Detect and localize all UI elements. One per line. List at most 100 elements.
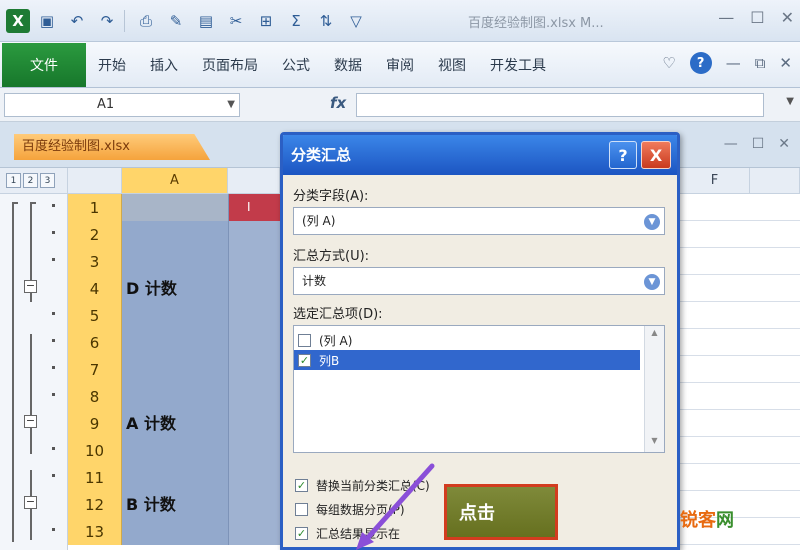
list-scrollbar[interactable]: ▲ ▼ [644, 326, 664, 452]
tab-page-layout[interactable]: 页面布局 [190, 55, 270, 75]
cell-b[interactable] [228, 275, 280, 302]
cell-b[interactable] [228, 464, 280, 491]
cell-a[interactable] [122, 302, 228, 329]
cell-a[interactable] [122, 518, 228, 545]
row-header[interactable]: 4 [68, 275, 122, 302]
collapse-group-button[interactable]: − [24, 280, 37, 293]
cell-a[interactable] [122, 221, 228, 248]
column-header-b[interactable] [228, 168, 280, 194]
subtotal-checkbox[interactable]: ✓ [298, 353, 311, 367]
insert-function-icon[interactable]: fx [330, 94, 346, 112]
subtotal-checkbox[interactable] [298, 333, 311, 347]
cell-b[interactable] [228, 410, 280, 437]
save-icon[interactable]: ▣ [34, 8, 60, 34]
row-header[interactable]: 1 [68, 194, 122, 221]
cell-b[interactable] [228, 356, 280, 383]
close-icon[interactable]: ✕ [781, 8, 794, 27]
excel-app-icon[interactable]: X [6, 8, 30, 33]
cell-a[interactable]: B 计数 [122, 491, 228, 518]
tab-file[interactable]: 文件 [2, 42, 86, 87]
sort-icon[interactable]: ⇅ [313, 8, 339, 34]
row-header[interactable]: 13 [68, 518, 122, 545]
cell-a[interactable]: A 计数 [122, 410, 228, 437]
table-icon[interactable]: ⊞ [253, 8, 279, 34]
cell-a[interactable] [122, 329, 228, 356]
column-header-f[interactable]: F [680, 168, 750, 194]
row-header[interactable]: 9 [68, 410, 122, 437]
row-header[interactable]: 10 [68, 437, 122, 464]
row-header[interactable]: 6 [68, 329, 122, 356]
paste-icon[interactable]: ▤ [193, 8, 219, 34]
collapse-ribbon-icon[interactable]: ♡ [662, 54, 675, 72]
print-icon[interactable]: ⎙ [133, 8, 159, 34]
cell-a[interactable] [122, 383, 228, 410]
expand-formula-icon[interactable]: ▼ [786, 96, 794, 107]
close-workbook-icon[interactable]: ✕ [779, 54, 792, 72]
function-select[interactable]: 计数 ▼ [293, 267, 665, 295]
select-all-corner[interactable] [68, 168, 122, 194]
outline-level-2-button[interactable]: 2 [23, 173, 38, 188]
close-workbook-tab-icon[interactable]: ✕ [778, 136, 790, 152]
cell-a[interactable] [122, 464, 228, 491]
row-header[interactable]: 2 [68, 221, 122, 248]
cell-b[interactable] [228, 302, 280, 329]
cell-b[interactable] [228, 383, 280, 410]
undo-icon[interactable]: ↶ [64, 8, 90, 34]
row-header[interactable]: 11 [68, 464, 122, 491]
page-break-checkbox[interactable] [295, 503, 308, 516]
column-header-a[interactable]: A [122, 168, 228, 194]
window-icon[interactable]: ⧉ [755, 54, 766, 72]
outline-level-3-button[interactable]: 3 [40, 173, 55, 188]
minimize-icon[interactable]: — [718, 8, 734, 27]
row-header[interactable]: 5 [68, 302, 122, 329]
group-field-select[interactable]: (列 A) ▼ [293, 207, 665, 235]
cell-b[interactable] [228, 329, 280, 356]
column-header-g[interactable] [750, 168, 800, 194]
sum-icon[interactable]: Σ [283, 8, 309, 34]
cell-a[interactable] [122, 248, 228, 275]
list-item[interactable]: ✓ 列B [294, 350, 640, 370]
tab-formulas[interactable]: 公式 [270, 55, 322, 75]
cell-a[interactable] [122, 356, 228, 383]
row-header[interactable]: 3 [68, 248, 122, 275]
row-header[interactable]: 12 [68, 491, 122, 518]
tab-developer[interactable]: 开发工具 [478, 55, 558, 75]
cell-b[interactable] [228, 437, 280, 464]
cell-b[interactable] [228, 491, 280, 518]
chevron-down-icon[interactable]: ▼ [644, 214, 660, 230]
cut-icon[interactable]: ✂ [223, 8, 249, 34]
filter-icon[interactable]: ▽ [343, 8, 369, 34]
chevron-down-icon[interactable]: ▼ [227, 94, 235, 116]
collapse-group-button[interactable]: − [24, 415, 37, 428]
summary-below-checkbox[interactable]: ✓ [295, 527, 308, 540]
help-icon[interactable]: ? [689, 52, 712, 74]
row-header[interactable]: 7 [68, 356, 122, 383]
redo-icon[interactable]: ↷ [94, 8, 120, 34]
cell-a[interactable] [122, 194, 228, 221]
row-header[interactable]: 8 [68, 383, 122, 410]
restore-icon[interactable]: — [726, 54, 741, 72]
cell-b[interactable] [228, 248, 280, 275]
tab-data[interactable]: 数据 [322, 55, 374, 75]
name-box[interactable]: A1 ▼ [4, 93, 240, 117]
dialog-close-button[interactable]: X [641, 141, 671, 169]
cell-b[interactable] [228, 221, 280, 248]
scroll-up-icon[interactable]: ▲ [648, 328, 661, 341]
tab-view[interactable]: 视图 [426, 55, 478, 75]
collapse-group-button[interactable]: − [24, 496, 37, 509]
tab-home[interactable]: 开始 [86, 55, 138, 75]
restore-workbook-icon[interactable]: ☐ [752, 136, 765, 152]
replace-current-checkbox[interactable]: ✓ [295, 479, 308, 492]
maximize-icon[interactable]: ☐ [750, 8, 764, 27]
cell-a[interactable] [122, 437, 228, 464]
format-painter-icon[interactable]: ✎ [163, 8, 189, 34]
outline-level-1-button[interactable]: 1 [6, 173, 21, 188]
dialog-help-button[interactable]: ? [609, 141, 637, 169]
tab-review[interactable]: 审阅 [374, 55, 426, 75]
list-item[interactable]: (列 A) [294, 330, 640, 350]
cell-b[interactable] [228, 518, 280, 545]
chevron-down-icon[interactable]: ▼ [644, 274, 660, 290]
formula-input[interactable] [356, 93, 764, 117]
tab-insert[interactable]: 插入 [138, 55, 190, 75]
cell-b[interactable]: I [228, 194, 280, 221]
